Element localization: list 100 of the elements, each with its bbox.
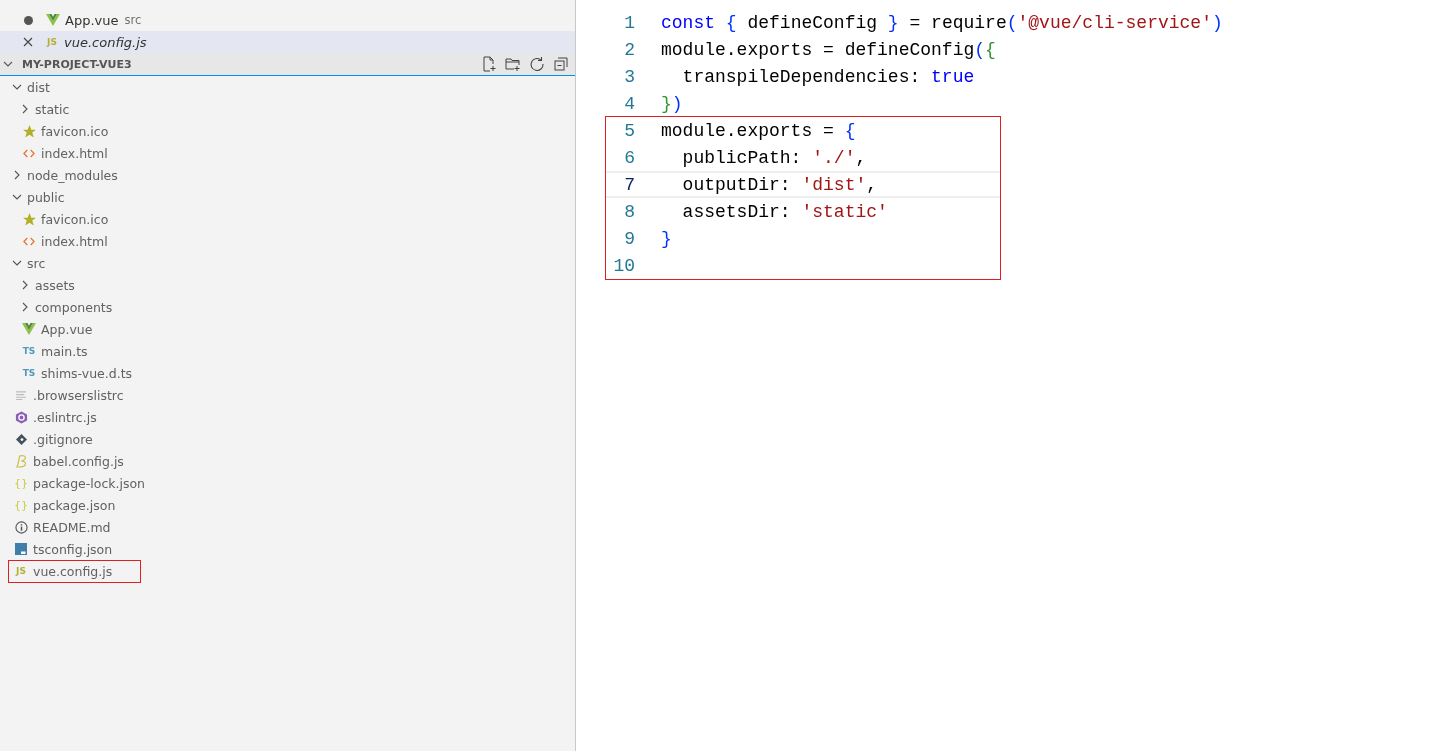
- folder-item[interactable]: assets: [0, 274, 575, 296]
- file-item[interactable]: index.html: [0, 230, 575, 252]
- file-item[interactable]: TS shims-vue.d.ts: [0, 362, 575, 384]
- file-name: .browserslistrc: [33, 387, 124, 403]
- folder-name: src: [27, 255, 46, 271]
- open-editor-item[interactable]: JS vue.config.js: [0, 31, 575, 53]
- file-item[interactable]: {} package.json: [0, 494, 575, 516]
- code-token: 'static': [801, 201, 888, 222]
- info-icon: [14, 520, 28, 534]
- file-name: tsconfig.json: [33, 541, 113, 557]
- file-name: index.html: [41, 233, 108, 249]
- line-number: 2: [623, 39, 635, 60]
- new-folder-icon[interactable]: [505, 56, 521, 72]
- code-token: true: [931, 66, 975, 87]
- file-item[interactable]: App.vue: [0, 318, 575, 340]
- js-icon: JS: [47, 37, 57, 47]
- folder-name: components: [35, 299, 113, 315]
- line-number: 9: [623, 228, 635, 249]
- file-item[interactable]: babel.config.js: [0, 450, 575, 472]
- file-item[interactable]: .browserslistrc: [0, 384, 575, 406]
- folder-item[interactable]: dist: [0, 76, 575, 98]
- file-name: favicon.ico: [41, 211, 109, 227]
- open-editor-name: vue.config.js: [64, 34, 147, 50]
- file-name: shims-vue.d.ts: [41, 365, 133, 381]
- line-number: 6: [623, 147, 635, 168]
- code-token: transpileDependencies:: [681, 66, 922, 87]
- vue-icon: [46, 14, 60, 26]
- file-item[interactable]: tsconfig.json: [0, 538, 575, 560]
- folder-name: public: [27, 189, 65, 205]
- code-token: {: [844, 120, 856, 141]
- file-name: index.html: [41, 145, 108, 161]
- code-token: = require: [908, 12, 1007, 33]
- file-name: main.ts: [41, 343, 88, 359]
- line-number: 10: [612, 255, 635, 276]
- folder-item[interactable]: components: [0, 296, 575, 318]
- refresh-icon[interactable]: [529, 56, 545, 72]
- star-icon: [22, 212, 36, 226]
- folder-item[interactable]: static: [0, 98, 575, 120]
- code-token: {: [724, 12, 737, 33]
- curly-braces-icon: {}: [14, 477, 28, 489]
- ts-file-icon: [15, 543, 27, 555]
- code-token: outputDir:: [681, 174, 792, 195]
- line-number: 3: [623, 66, 635, 87]
- folder-name: static: [35, 101, 70, 117]
- babel-b-icon: [15, 454, 27, 468]
- file-name: favicon.ico: [41, 123, 109, 139]
- code-token: ): [671, 93, 683, 114]
- code-token: 'dist': [801, 174, 867, 195]
- folder-name: dist: [27, 79, 50, 95]
- unsaved-dot-icon: [24, 15, 33, 25]
- folder-name: assets: [35, 277, 75, 293]
- close-icon[interactable]: [23, 37, 33, 47]
- ts-icon: TS: [22, 368, 36, 378]
- file-item[interactable]: favicon.ico: [0, 208, 575, 230]
- file-item[interactable]: .eslintrc.js: [0, 406, 575, 428]
- file-name: babel.config.js: [33, 453, 124, 469]
- code-token: }: [887, 12, 899, 33]
- file-item[interactable]: .gitignore: [0, 428, 575, 450]
- curly-braces-icon: {}: [14, 499, 28, 511]
- file-name: .eslintrc.js: [33, 409, 97, 425]
- line-number: 7: [623, 174, 635, 195]
- open-editor-item[interactable]: App.vue src: [0, 9, 575, 31]
- code-token: assetsDir:: [681, 201, 792, 222]
- folder-item[interactable]: node_modules: [0, 164, 575, 186]
- lines-icon: [15, 390, 27, 400]
- code-token: const: [661, 12, 715, 33]
- diamond-icon: [15, 433, 27, 445]
- code-token: publicPath:: [681, 147, 803, 168]
- folder-item[interactable]: public: [0, 186, 575, 208]
- file-name: .gitignore: [33, 431, 93, 447]
- code-token: (: [1006, 12, 1018, 33]
- collapse-all-icon[interactable]: [553, 56, 569, 72]
- file-path: src: [124, 13, 142, 27]
- file-item[interactable]: index.html: [0, 142, 575, 164]
- code-brackets-icon: [23, 236, 35, 246]
- code-token: ): [1211, 12, 1223, 33]
- file-item[interactable]: favicon.ico: [0, 120, 575, 142]
- vue-icon: [22, 323, 36, 335]
- code-token: {: [985, 39, 996, 60]
- line-number: 4: [623, 93, 635, 114]
- file-item[interactable]: JS vue.config.js: [0, 560, 575, 582]
- code-token: module.exports =: [661, 120, 835, 141]
- chevron-down-icon[interactable]: [3, 59, 13, 69]
- file-name: package.json: [33, 497, 116, 513]
- file-item[interactable]: {} package-lock.json: [0, 472, 575, 494]
- folder-item[interactable]: src: [0, 252, 575, 274]
- project-title: MY-PROJECT-VUE3: [22, 57, 132, 71]
- star-icon: [22, 124, 36, 138]
- file-item[interactable]: TS main.ts: [0, 340, 575, 362]
- code-token: ,: [855, 147, 867, 168]
- js-icon: JS: [16, 566, 26, 576]
- code-token: }: [661, 228, 672, 249]
- line-number: 5: [623, 120, 635, 141]
- code-token: '@vue/cli-service': [1017, 12, 1212, 33]
- code-token: (: [974, 39, 986, 60]
- file-item[interactable]: README.md: [0, 516, 575, 538]
- new-file-icon[interactable]: [481, 56, 497, 72]
- hexagon-icon: [14, 410, 28, 424]
- line-number: 1: [623, 12, 635, 33]
- line-number: 8: [623, 201, 635, 222]
